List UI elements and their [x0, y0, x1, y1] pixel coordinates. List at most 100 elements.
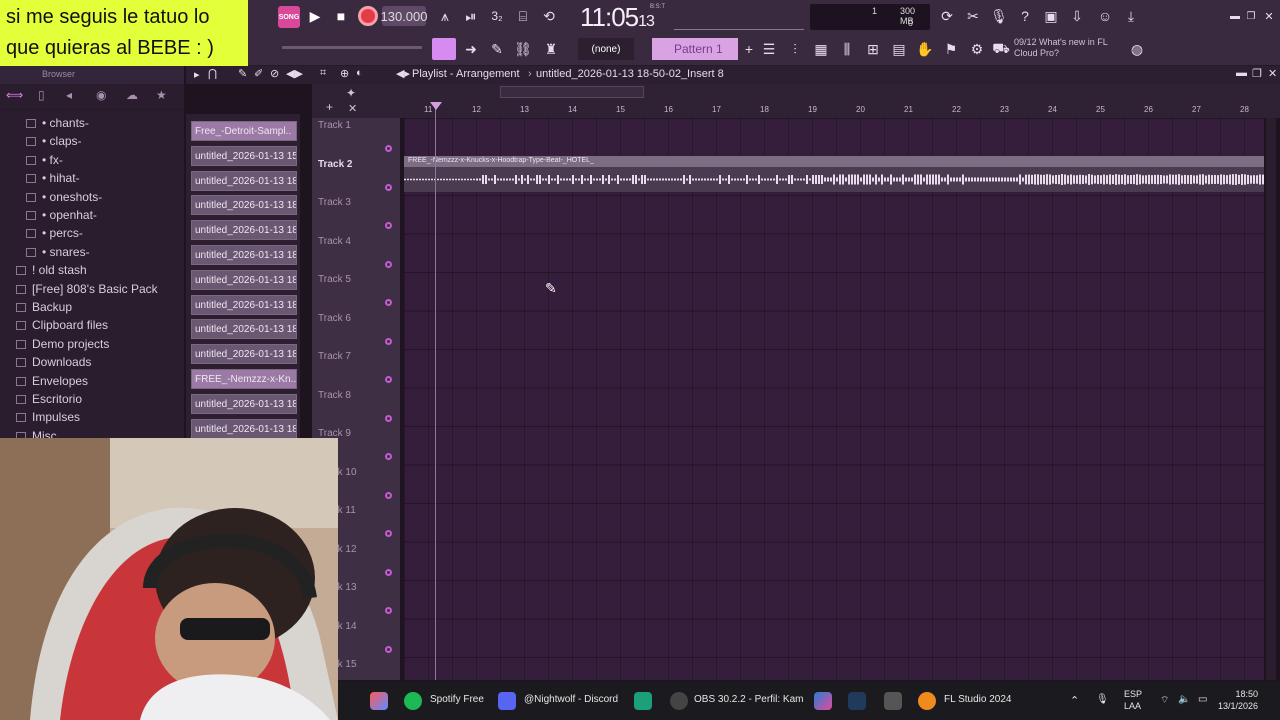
obs-task[interactable]: OBS 30.2.2 - Perfil: Kam [694, 694, 804, 705]
arrangement-icon[interactable]: ✦ [346, 86, 356, 100]
track-mute-led[interactable] [385, 376, 392, 383]
track-mute-led[interactable] [385, 607, 392, 614]
globe-icon[interactable]: ◍ [1126, 38, 1148, 60]
clock[interactable]: 18:50 13/1/2026 [1218, 688, 1258, 712]
browser-item[interactable]: Demo projects [16, 337, 109, 351]
favorites-tab-icon[interactable]: ★ [156, 88, 167, 102]
picker-clip[interactable]: untitled_2026-01-13 18-.. [191, 393, 297, 414]
countdown-icon[interactable]: 3₂ [486, 5, 508, 27]
playlist-icon[interactable]: ☰ [758, 38, 780, 60]
tempo-tap-icon[interactable]: ⚑ [940, 38, 962, 60]
picker-clip[interactable]: FREE_-Nemzzz-x-Kn.. [191, 369, 297, 389]
track-mute-led[interactable] [385, 645, 392, 653]
track-mute-led[interactable] [385, 260, 392, 268]
add-track-icon[interactable]: + [326, 100, 333, 114]
stop-button[interactable]: ■ [330, 5, 352, 27]
close-icon[interactable]: ✕ [1258, 5, 1280, 27]
track-label[interactable]: Track 7 [318, 351, 351, 362]
discord-task[interactable]: @Nightwolf - Discord [524, 694, 618, 705]
channel-rack-icon[interactable]: ⫶ [784, 38, 806, 60]
browser-item[interactable]: Backup [16, 300, 72, 314]
stamp-icon[interactable]: ♜ [540, 38, 562, 60]
track-mute-led[interactable] [385, 568, 392, 576]
copilot-icon[interactable] [814, 692, 832, 710]
horizontal-scrollbar[interactable] [500, 86, 644, 98]
picker-clip[interactable]: untitled_2026-01-13 18-.. [191, 294, 297, 315]
mic-tray-icon[interactable]: 🎙 [1096, 694, 1109, 705]
browser-item[interactable]: Downloads [16, 355, 91, 369]
disk-tab-icon[interactable]: ◉ [96, 88, 106, 102]
picker-clip[interactable]: Free_-Detroit-Sampl.. [191, 121, 297, 141]
options-icon[interactable]: ◀▸ [396, 67, 410, 80]
audio-clip[interactable]: FREE_-Nemzzz-x-Knucks-x-Hoodtrap-Type-Be… [404, 156, 1264, 192]
cut-icon[interactable]: ✂ [962, 5, 984, 27]
picker-clip[interactable]: untitled_2026-01-13 18-.. [191, 269, 297, 290]
browser-item[interactable]: • percs- [26, 226, 83, 240]
browser-item[interactable]: • chants- [26, 116, 89, 130]
piano-roll-icon[interactable]: ▦ [810, 38, 832, 60]
undo-icon[interactable]: ⟳ [936, 5, 958, 27]
song-mode-toggle[interactable]: SONG [278, 6, 300, 28]
help-icon[interactable]: ? [1014, 5, 1036, 27]
browser-item[interactable]: • snares- [26, 245, 90, 259]
language-indicator[interactable]: ESP LAA [1124, 688, 1142, 712]
browser-item[interactable]: ! old stash [16, 263, 87, 277]
obs-icon[interactable] [670, 692, 688, 710]
picker-clip[interactable]: untitled_2026-01-13 15-.. [191, 145, 297, 166]
panel-close-icon[interactable]: ✕ [1268, 67, 1277, 80]
zoom-tool-icon[interactable]: ⊕ [340, 67, 349, 80]
track-label[interactable]: Track 8 [318, 390, 351, 401]
cloud-tab-icon[interactable]: ☁ [126, 88, 138, 102]
mic-icon[interactable]: 🎙 [988, 5, 1010, 27]
paint-tool-icon[interactable]: ✐ [254, 67, 263, 80]
select-tool-icon[interactable]: ⌗ [320, 67, 326, 80]
add-pattern-icon[interactable]: + [738, 38, 760, 60]
browser-item[interactable]: • oneshots- [26, 190, 102, 204]
play-button[interactable]: ▶ [304, 5, 326, 27]
picker-clip[interactable]: untitled_2026-01-13 18-.. [191, 319, 297, 340]
save-icon[interactable]: ▣ [1040, 5, 1062, 27]
browser-item[interactable]: Envelopes [16, 374, 88, 388]
browser-item[interactable]: Escritorio [16, 392, 82, 406]
browser-item[interactable]: • openhat- [26, 208, 97, 222]
picker-clip[interactable]: untitled_2026-01-13 18-.. [191, 418, 297, 439]
browser-app-icon[interactable] [370, 692, 388, 710]
track-mute-led[interactable] [385, 222, 392, 229]
render-icon[interactable]: ⇩ [1066, 5, 1088, 27]
master-pitch-slider[interactable] [282, 46, 422, 49]
touch-icon[interactable]: ✋ [914, 38, 936, 60]
tempo-display[interactable]: 130.000 [381, 6, 428, 26]
browser-item[interactable]: • fx- [26, 153, 63, 167]
snap-select[interactable]: (none) [578, 38, 634, 60]
track-mute-led[interactable] [385, 414, 392, 422]
record-button[interactable] [358, 6, 378, 26]
battery-icon[interactable]: ▭ [1198, 694, 1207, 705]
track-mute-led[interactable] [385, 183, 392, 191]
mute-tool-icon[interactable]: ◀▶ [286, 67, 303, 80]
browser-icon[interactable]: ⊞ [862, 38, 884, 60]
cart-icon[interactable]: ⛟ [990, 38, 1012, 60]
panel-minimize-icon[interactable]: ▬ [1236, 67, 1247, 79]
picker-clip[interactable]: untitled_2026-01-13 18-.. [191, 220, 297, 241]
brush-icon[interactable]: ✎ [486, 38, 508, 60]
tray-expand-icon[interactable]: ⌃ [1070, 694, 1079, 707]
capture-icon[interactable] [884, 692, 902, 710]
steam-icon[interactable] [848, 692, 866, 710]
track-mute-led[interactable] [385, 299, 392, 306]
browser-item[interactable]: • hihat- [26, 171, 80, 185]
download-icon[interactable]: ⤓ [1120, 5, 1142, 27]
link-icon[interactable]: ⛓ [512, 38, 534, 60]
mixer-icon[interactable]: ⫼ [836, 38, 858, 60]
browser-item[interactable]: Clipboard files [16, 318, 108, 332]
loop-record-icon[interactable]: ⟲ [538, 5, 560, 27]
playhead-marker[interactable] [430, 102, 442, 110]
arrow-icon[interactable]: ➜ [460, 38, 482, 60]
track-label[interactable]: Track 4 [318, 236, 351, 247]
wifi-icon[interactable]: ⌔ [1160, 694, 1169, 707]
wait-input-icon[interactable]: ⏯ [460, 5, 482, 27]
track-label[interactable]: Track 6 [318, 313, 351, 324]
track-mute-led[interactable] [385, 145, 392, 152]
spotify-task[interactable]: Spotify Free [430, 694, 484, 705]
track-mute-led[interactable] [385, 530, 392, 537]
news-panel[interactable]: 09/12 What's new in FL Cloud Pro? [1014, 37, 1124, 59]
